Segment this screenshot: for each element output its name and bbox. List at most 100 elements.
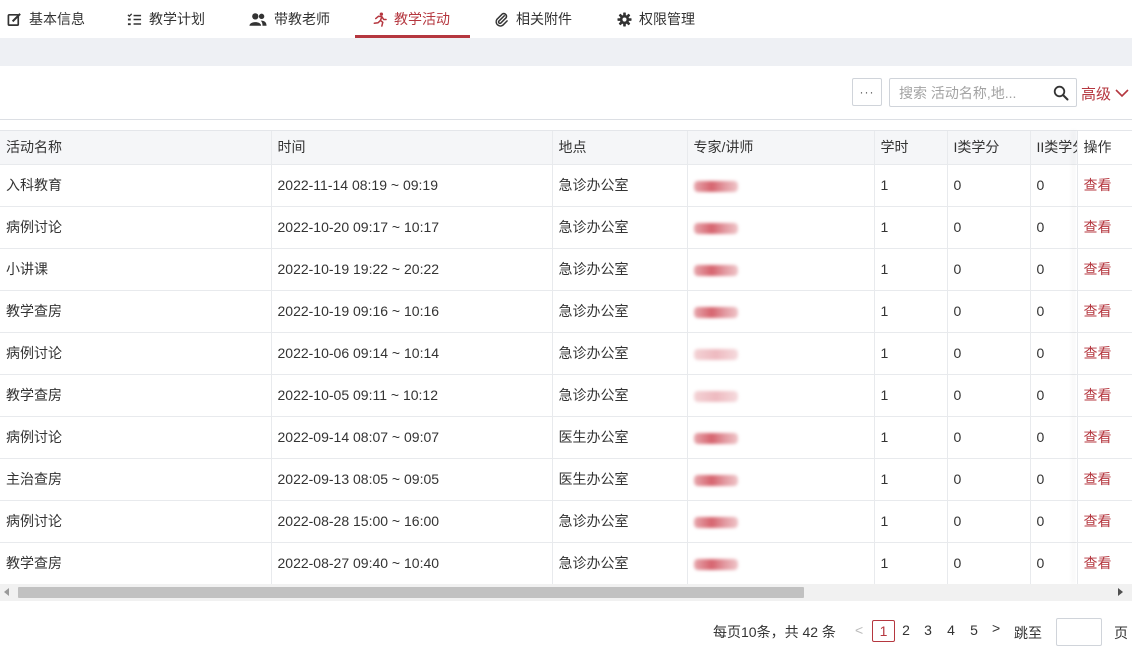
tab-basic-info[interactable]: 基本信息 bbox=[7, 0, 85, 38]
cell-name: 入科教育 bbox=[0, 164, 272, 207]
cell-place: 急诊办公室 bbox=[552, 500, 688, 543]
search-input[interactable] bbox=[890, 79, 1050, 106]
cell-hours: 1 bbox=[874, 332, 948, 375]
tab-label: 权限管理 bbox=[639, 11, 695, 27]
section-separator bbox=[0, 38, 1132, 66]
col-header-place[interactable]: 地点 bbox=[552, 131, 688, 165]
cell-action: 查看 bbox=[1077, 542, 1132, 584]
col-header-name[interactable]: 活动名称 bbox=[0, 131, 272, 165]
view-link[interactable]: 查看 bbox=[1084, 177, 1112, 193]
cell-place: 急诊办公室 bbox=[552, 374, 688, 417]
redacted-name bbox=[693, 474, 738, 486]
table-row: 教学查房 2022-08-27 09:40 ~ 10:40 急诊办公室 1 0 … bbox=[0, 542, 1132, 584]
page-1[interactable]: 1 bbox=[872, 620, 895, 642]
scrollbar-thumb[interactable] bbox=[18, 587, 804, 598]
horizontal-scrollbar[interactable] bbox=[0, 584, 1132, 601]
cell-action: 查看 bbox=[1077, 248, 1132, 291]
activities-table: 活动名称 时间 地点 专家/讲师 学时 I类学分 II类学分 操作 入科教育 2… bbox=[0, 130, 1132, 584]
cell-credit1: 0 bbox=[947, 332, 1031, 375]
tab-permissions[interactable]: 权限管理 bbox=[617, 0, 695, 38]
list-icon bbox=[127, 12, 142, 27]
cell-name: 病例讨论 bbox=[0, 416, 272, 459]
cell-place: 急诊办公室 bbox=[552, 542, 688, 584]
page-3[interactable]: 3 bbox=[921, 620, 935, 642]
search-icon[interactable] bbox=[1053, 85, 1069, 101]
cell-lecturer bbox=[687, 290, 875, 333]
col-header-action: 操作 bbox=[1077, 131, 1132, 165]
more-options-button[interactable]: ··· bbox=[852, 78, 882, 106]
tab-teaching-activities[interactable]: 教学活动 bbox=[372, 0, 450, 38]
view-link[interactable]: 查看 bbox=[1084, 471, 1112, 487]
cell-hours: 1 bbox=[874, 458, 948, 501]
cell-credit2: 0 bbox=[1030, 164, 1078, 207]
jump-label: 跳至 bbox=[1014, 625, 1042, 641]
prev-page-button[interactable]: < bbox=[855, 622, 863, 638]
tab-attachments[interactable]: 相关附件 bbox=[494, 0, 572, 38]
cell-name: 病例讨论 bbox=[0, 332, 272, 375]
col-header-lecturer[interactable]: 专家/讲师 bbox=[687, 131, 875, 165]
cell-credit2: 0 bbox=[1030, 542, 1078, 584]
cell-name: 教学查房 bbox=[0, 542, 272, 584]
cell-credit2: 0 bbox=[1030, 458, 1078, 501]
tab-label: 基本信息 bbox=[29, 11, 85, 27]
page-5[interactable]: 5 bbox=[967, 620, 981, 642]
jump-page-input[interactable] bbox=[1056, 618, 1102, 646]
cell-place: 急诊办公室 bbox=[552, 248, 688, 291]
page-unit-label: 页 bbox=[1114, 625, 1128, 641]
view-link[interactable]: 查看 bbox=[1084, 387, 1112, 403]
tab-bar: 基本信息 教学计划 带教老师 教学活动 相关附件 权限管理 bbox=[0, 0, 1132, 38]
cell-hours: 1 bbox=[874, 374, 948, 417]
cell-action: 查看 bbox=[1077, 500, 1132, 543]
scroll-right-icon[interactable] bbox=[1118, 588, 1123, 596]
col-header-credit1[interactable]: I类学分 bbox=[947, 131, 1031, 165]
page-2[interactable]: 2 bbox=[899, 620, 913, 642]
cell-time: 2022-09-13 08:05 ~ 09:05 bbox=[271, 458, 553, 501]
tab-teaching-plan[interactable]: 教学计划 bbox=[127, 0, 205, 38]
cell-hours: 1 bbox=[874, 416, 948, 459]
cell-hours: 1 bbox=[874, 542, 948, 584]
view-link[interactable]: 查看 bbox=[1084, 303, 1112, 319]
cell-time: 2022-09-14 08:07 ~ 09:07 bbox=[271, 416, 553, 459]
page-4[interactable]: 4 bbox=[944, 620, 958, 642]
cell-time: 2022-08-27 09:40 ~ 10:40 bbox=[271, 542, 553, 584]
cell-hours: 1 bbox=[874, 164, 948, 207]
tab-label: 相关附件 bbox=[516, 11, 572, 27]
view-link[interactable]: 查看 bbox=[1084, 261, 1112, 277]
redacted-name bbox=[693, 264, 738, 276]
search-box bbox=[889, 78, 1077, 107]
advanced-search-toggle[interactable]: 高级 bbox=[1081, 83, 1129, 103]
redacted-name bbox=[693, 516, 738, 528]
cell-lecturer bbox=[687, 542, 875, 584]
scroll-left-icon[interactable] bbox=[4, 588, 9, 596]
col-header-credit2[interactable]: II类学分 bbox=[1030, 131, 1078, 165]
redacted-name bbox=[693, 390, 738, 402]
tab-teachers[interactable]: 带教老师 bbox=[249, 0, 330, 38]
view-link[interactable]: 查看 bbox=[1084, 513, 1112, 529]
cell-lecturer bbox=[687, 332, 875, 375]
table-row: 主治查房 2022-09-13 08:05 ~ 09:05 医生办公室 1 0 … bbox=[0, 458, 1132, 501]
view-link[interactable]: 查看 bbox=[1084, 555, 1112, 571]
cell-credit2: 0 bbox=[1030, 374, 1078, 417]
cell-credit1: 0 bbox=[947, 206, 1031, 249]
cell-credit2: 0 bbox=[1030, 500, 1078, 543]
view-link[interactable]: 查看 bbox=[1084, 345, 1112, 361]
cell-lecturer bbox=[687, 500, 875, 543]
cell-credit1: 0 bbox=[947, 248, 1031, 291]
col-header-hours[interactable]: 学时 bbox=[874, 131, 948, 165]
view-link[interactable]: 查看 bbox=[1084, 429, 1112, 445]
cell-name: 教学查房 bbox=[0, 374, 272, 417]
col-header-time[interactable]: 时间 bbox=[271, 131, 553, 165]
cell-lecturer bbox=[687, 374, 875, 417]
cell-hours: 1 bbox=[874, 248, 948, 291]
redacted-name bbox=[693, 180, 738, 192]
cell-hours: 1 bbox=[874, 206, 948, 249]
cell-credit2: 0 bbox=[1030, 332, 1078, 375]
cell-name: 教学查房 bbox=[0, 290, 272, 333]
tab-label: 教学活动 bbox=[394, 11, 450, 27]
cell-place: 医生办公室 bbox=[552, 416, 688, 459]
cell-action: 查看 bbox=[1077, 164, 1132, 207]
view-link[interactable]: 查看 bbox=[1084, 219, 1112, 235]
next-page-button[interactable]: > bbox=[992, 620, 1000, 636]
cell-credit1: 0 bbox=[947, 500, 1031, 543]
cell-action: 查看 bbox=[1077, 332, 1132, 375]
